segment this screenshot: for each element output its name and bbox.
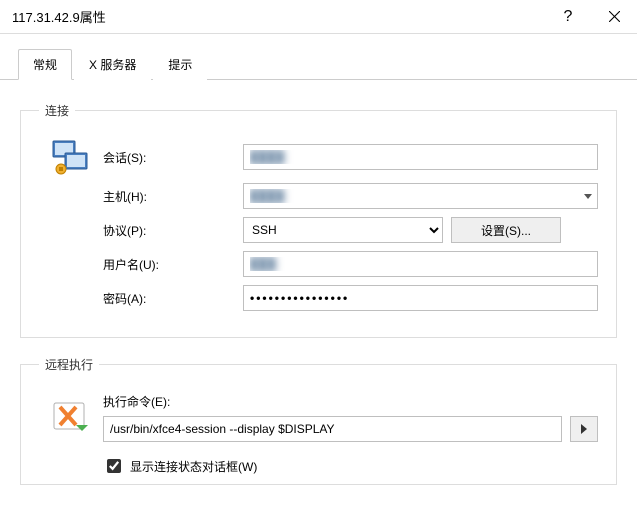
username-input[interactable] xyxy=(243,251,598,277)
show-status-checkbox[interactable] xyxy=(107,459,121,473)
password-label: 密码(A): xyxy=(103,290,243,307)
tab-tips[interactable]: 提示 xyxy=(153,49,207,80)
connection-group: 连接 会话(S): 主机(H): xyxy=(20,102,617,338)
remote-exec-icon xyxy=(39,401,103,435)
host-label: 主机(H): xyxy=(103,188,243,205)
connection-icon xyxy=(39,139,103,175)
title-bar: 117.31.42.9属性 ? xyxy=(0,0,637,34)
command-more-button[interactable] xyxy=(570,416,598,442)
triangle-right-icon xyxy=(581,424,587,434)
tab-general[interactable]: 常规 xyxy=(18,49,72,80)
settings-button[interactable]: 设置(S)... xyxy=(451,217,561,243)
protocol-label: 协议(P): xyxy=(103,222,243,239)
command-input[interactable] xyxy=(103,416,562,442)
connection-legend: 连接 xyxy=(39,102,75,119)
username-label: 用户名(U): xyxy=(103,256,243,273)
tab-content: 连接 会话(S): 主机(H): xyxy=(0,80,637,485)
close-button[interactable] xyxy=(591,0,637,34)
close-icon xyxy=(609,11,620,22)
tab-strip: 常规 X 服务器 提示 xyxy=(0,34,637,80)
remote-exec-group: 远程执行 执行命令(E): 显示连接状 xyxy=(20,356,617,485)
remote-exec-legend: 远程执行 xyxy=(39,356,99,373)
host-input[interactable] xyxy=(243,183,598,209)
tab-xserver[interactable]: X 服务器 xyxy=(74,49,151,80)
protocol-select[interactable]: SSH xyxy=(243,217,443,243)
password-input[interactable] xyxy=(243,285,598,311)
help-button[interactable]: ? xyxy=(545,0,591,34)
command-label: 执行命令(E): xyxy=(103,393,598,410)
window-title: 117.31.42.9属性 xyxy=(12,7,545,26)
show-status-label: 显示连接状态对话框(W) xyxy=(130,458,257,475)
session-label: 会话(S): xyxy=(103,149,243,166)
session-input[interactable] xyxy=(243,144,598,170)
